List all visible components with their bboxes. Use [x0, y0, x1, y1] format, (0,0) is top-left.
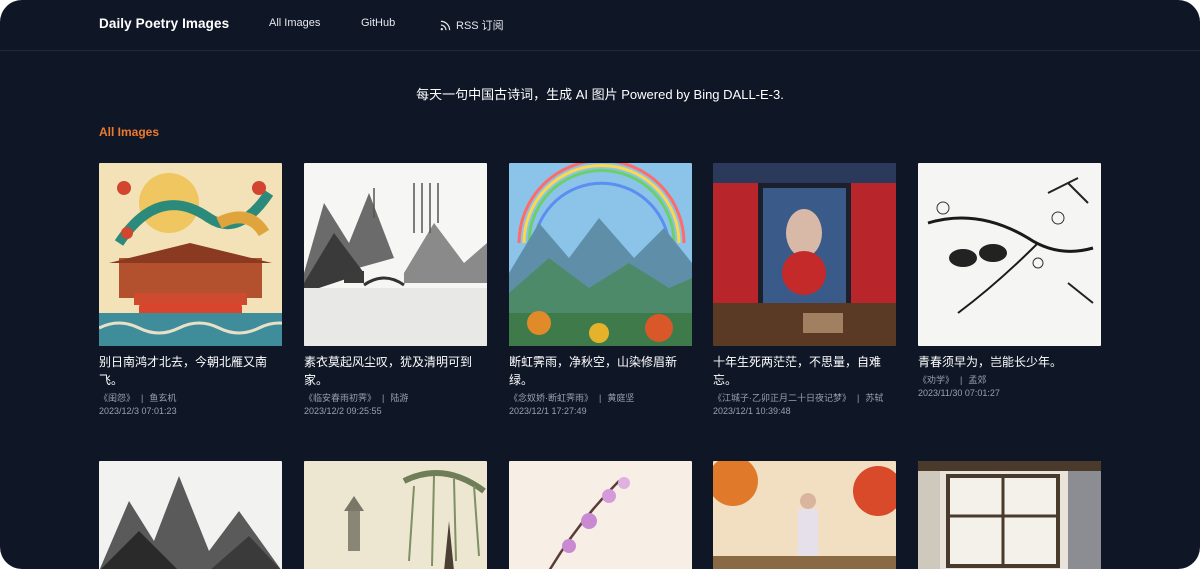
card-author: 黄庭坚: [607, 393, 635, 403]
card-author: 苏轼: [865, 393, 884, 403]
section-title: All Images: [99, 125, 160, 139]
card-date: 2023/11/30 07:01:27: [918, 388, 1000, 398]
red-woman-room-image[interactable]: [713, 163, 896, 346]
ink-landscape-bridge-image[interactable]: [304, 163, 487, 346]
page-tagline: 每天一句中国古诗词，生成 AI 图片 Powered by Bing DALL-…: [416, 87, 784, 102]
rss-icon: [440, 20, 451, 30]
poem-card[interactable]: 青春须早为，岂能长少年。 《劝学》 | 孟郊 2023/11/30 07:01:27: [918, 163, 1101, 400]
card-date: 2023/12/1 10:39:48: [713, 406, 791, 416]
rainbow-mountains-image[interactable]: [509, 163, 692, 346]
ink-mountains-image[interactable]: [99, 461, 282, 569]
card-date: 2023/12/1 17:27:49: [509, 406, 587, 416]
card-meta: 《临安春雨初霁》 | 陆游: [304, 393, 409, 403]
poem-card[interactable]: [99, 461, 282, 569]
card-title[interactable]: 十年生死两茫茫，不思量，自难忘。: [713, 353, 896, 389]
card-meta: 《江城子·乙卯正月二十日夜记梦》 | 苏轼: [713, 393, 884, 403]
poem-card[interactable]: 别日南鸿才北去，今朝北雁又南飞。 《闺怨》 | 鱼玄机 2023/12/3 07:0…: [99, 163, 282, 418]
card-meta: 《劝学》 | 孟郊: [918, 375, 987, 385]
card-meta: 《念奴娇·断虹霁雨》 | 黄庭坚: [509, 393, 635, 403]
poem-card[interactable]: [918, 461, 1101, 569]
card-author: 鱼玄机: [149, 393, 177, 403]
card-title[interactable]: 断虹霁雨，净秋空，山染修眉新绿。: [509, 353, 692, 389]
app-window: Daily Poetry Images All Images GitHub RS…: [0, 0, 1200, 569]
card-source: 《江城子·乙卯正月二十日夜记梦》: [713, 393, 851, 403]
interior-window-image[interactable]: [918, 461, 1101, 569]
nav-all-images[interactable]: All Images: [269, 17, 320, 29]
card-title[interactable]: 别日南鸿才北去，今朝北雁又南飞。: [99, 353, 282, 389]
card-title[interactable]: 素衣莫起风尘叹，犹及清明可到家。: [304, 353, 487, 389]
card-author: 孟郊: [968, 375, 987, 385]
poem-card[interactable]: 断虹霁雨，净秋空，山染修眉新绿。 《念奴娇·断虹霁雨》 | 黄庭坚 2023/12/…: [509, 163, 692, 418]
card-source: 《闺怨》: [99, 393, 136, 403]
poem-card[interactable]: 十年生死两茫茫，不思量，自难忘。 《江城子·乙卯正月二十日夜记梦》 | 苏轼 202…: [713, 163, 896, 418]
card-date: 2023/12/3 07:01:23: [99, 406, 177, 416]
card-source: 《临安春雨初霁》: [304, 393, 377, 403]
willow-pagoda-image[interactable]: [304, 461, 487, 569]
card-author: 陆游: [390, 393, 409, 403]
plum-blossom-image[interactable]: [509, 461, 692, 569]
card-meta: 《闺怨》 | 鱼玄机: [99, 393, 177, 403]
poem-card[interactable]: [509, 461, 692, 569]
nav-rss-label: RSS 订阅: [456, 20, 504, 32]
birds-blossoms-ink-image[interactable]: [918, 163, 1101, 346]
card-title[interactable]: 青春须早为，岂能长少年。: [918, 353, 1101, 371]
poem-card[interactable]: [713, 461, 896, 569]
card-date: 2023/12/2 09:25:55: [304, 406, 382, 416]
top-navbar: Daily Poetry Images All Images GitHub RS…: [0, 0, 1200, 51]
nav-github[interactable]: GitHub: [361, 17, 395, 29]
brand-title[interactable]: Daily Poetry Images: [99, 16, 229, 31]
poem-card[interactable]: [304, 461, 487, 569]
dragon-temple-image[interactable]: [99, 163, 282, 346]
card-source: 《念奴娇·断虹霁雨》: [509, 393, 593, 403]
card-source: 《劝学》: [918, 375, 955, 385]
woman-autumn-image[interactable]: [713, 461, 896, 569]
poem-card[interactable]: 素衣莫起风尘叹，犹及清明可到家。 《临安春雨初霁》 | 陆游 2023/12/2 0…: [304, 163, 487, 418]
nav-rss[interactable]: RSS 订阅: [440, 17, 504, 33]
